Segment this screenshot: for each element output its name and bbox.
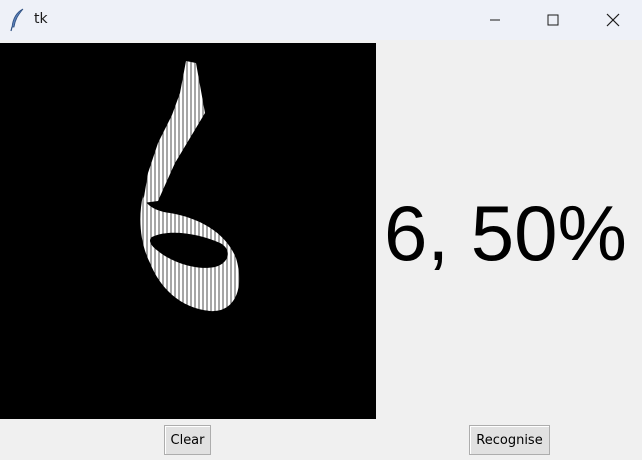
recognise-button[interactable]: Recognise [469, 425, 550, 455]
prediction-result: 6, 50% [384, 189, 627, 277]
close-icon [606, 13, 620, 27]
close-button[interactable] [584, 0, 642, 40]
window-title: tk [34, 11, 48, 27]
maximize-button[interactable] [524, 0, 582, 40]
drawing-canvas[interactable] [0, 43, 376, 419]
maximize-icon [547, 14, 559, 26]
clear-button[interactable]: Clear [164, 425, 211, 455]
drawn-digit-stroke [140, 61, 240, 312]
minimize-icon [490, 19, 500, 21]
minimize-button[interactable] [466, 0, 524, 40]
title-bar[interactable]: tk [0, 0, 642, 40]
feather-icon [10, 8, 24, 32]
